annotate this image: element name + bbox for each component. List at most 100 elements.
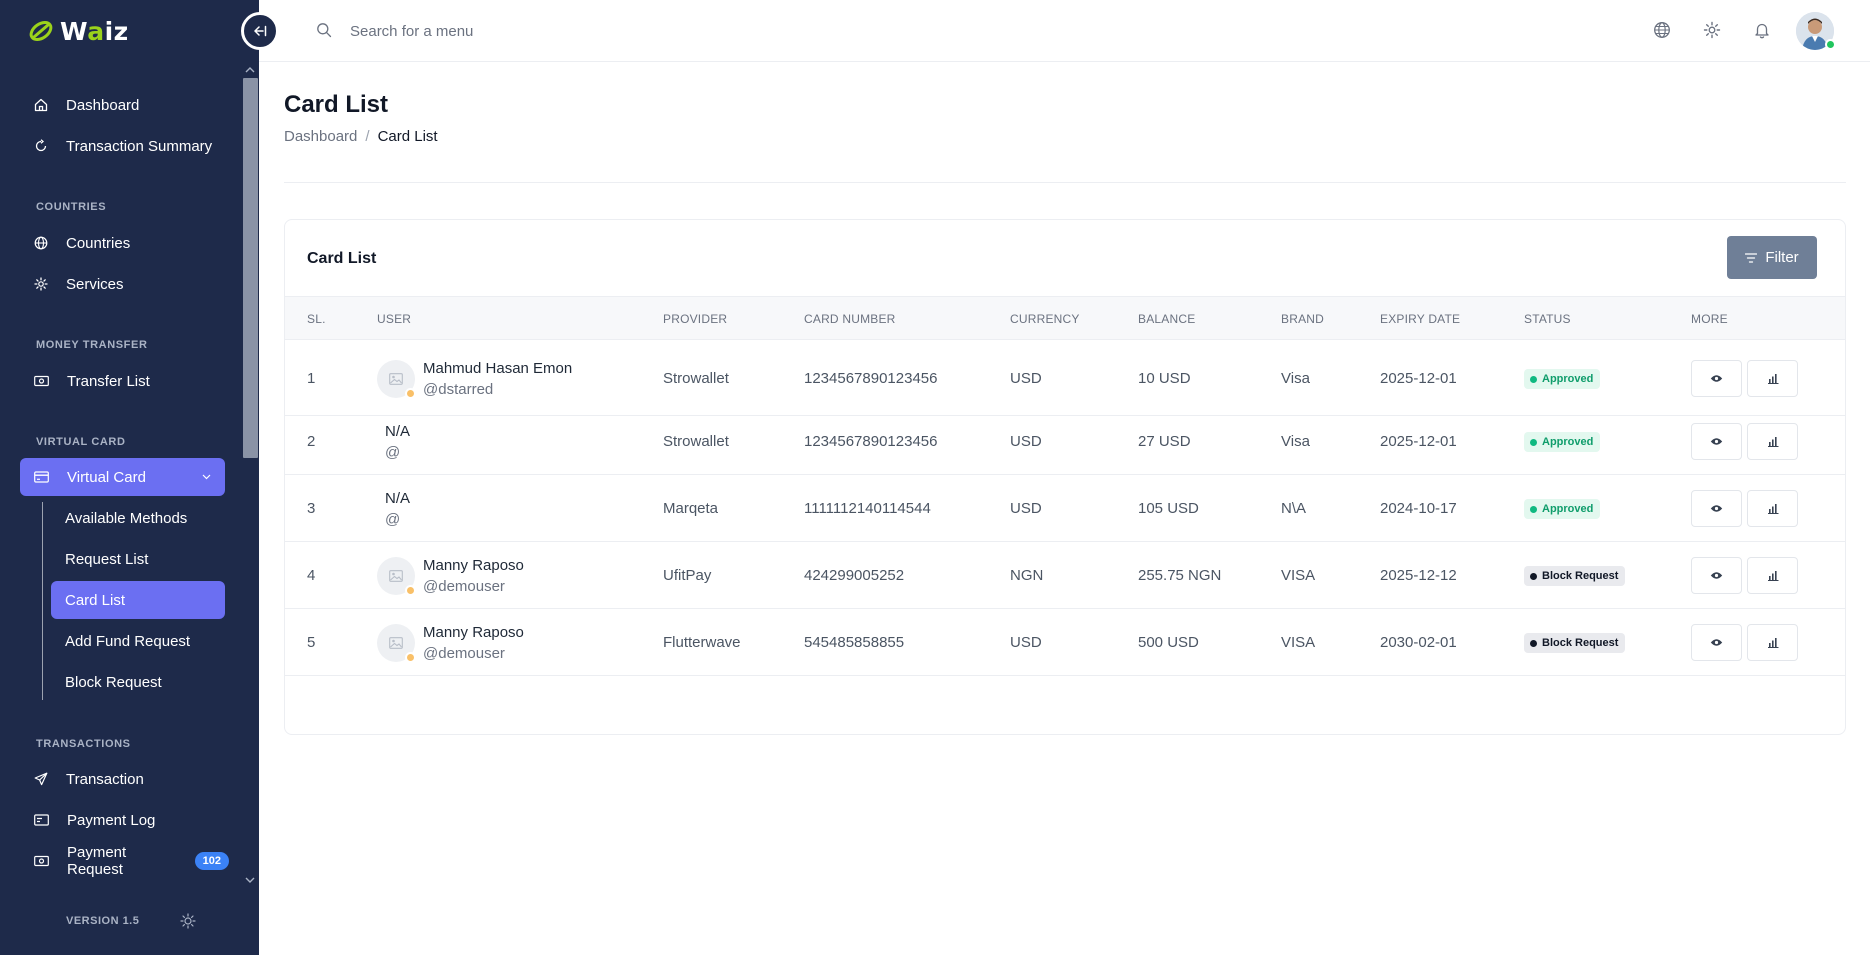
filter-button[interactable]: Filter bbox=[1727, 236, 1817, 279]
section-virtual-card: VIRTUAL CARD bbox=[36, 436, 126, 448]
sidebar-collapse-button[interactable] bbox=[241, 12, 279, 50]
status-badge: Block Request bbox=[1524, 566, 1626, 586]
sidebar-item-label: Services bbox=[66, 275, 124, 293]
online-status-indicator bbox=[1825, 39, 1836, 50]
collapse-arrow-icon bbox=[254, 25, 267, 37]
cell-balance: 10 USD bbox=[1138, 370, 1191, 387]
eye-icon bbox=[1710, 639, 1723, 646]
submenu-available-methods[interactable]: Available Methods bbox=[51, 499, 225, 537]
search-input[interactable] bbox=[350, 18, 750, 44]
section-money-transfer: MONEY TRANSFER bbox=[36, 339, 148, 351]
sidebar-scrollbar-thumb[interactable] bbox=[243, 78, 258, 458]
stats-button[interactable] bbox=[1747, 360, 1798, 397]
view-button[interactable] bbox=[1691, 423, 1742, 460]
status-dot bbox=[1530, 639, 1537, 647]
card-title: Card List bbox=[307, 250, 377, 267]
notification-bell-icon[interactable] bbox=[1753, 21, 1771, 44]
cell-provider: Strowallet bbox=[663, 433, 729, 450]
sidebar-item-label: Dashboard bbox=[66, 96, 140, 114]
theme-toggle-sun-icon[interactable] bbox=[180, 913, 196, 934]
stats-button[interactable] bbox=[1747, 624, 1798, 661]
stats-button[interactable] bbox=[1747, 557, 1798, 594]
status-label: Approved bbox=[1542, 373, 1594, 385]
status-badge: Approved bbox=[1524, 499, 1601, 519]
status-badge: Approved bbox=[1524, 432, 1601, 452]
sidebar-item-transfer-list[interactable]: Transfer List bbox=[20, 362, 225, 400]
sidebar-item-services[interactable]: Services bbox=[20, 265, 225, 303]
language-globe-icon[interactable] bbox=[1653, 21, 1671, 44]
table-row: 4 Manny Raposo @demouser UfitPay 42429900525… bbox=[285, 542, 1845, 609]
scroll-down-icon[interactable] bbox=[244, 874, 256, 886]
view-button[interactable] bbox=[1691, 490, 1742, 527]
section-transactions: TRANSACTIONS bbox=[36, 738, 131, 750]
cell-brand: Visa bbox=[1281, 433, 1310, 450]
sidebar-item-label: Virtual Card bbox=[67, 468, 146, 486]
eye-icon bbox=[1710, 572, 1723, 579]
sidebar-item-label: Countries bbox=[66, 234, 131, 252]
sidebar-item-dashboard[interactable]: Dashboard bbox=[20, 86, 225, 124]
logo-icon bbox=[28, 18, 54, 44]
cell-expiry-date: 2025-12-01 bbox=[1380, 370, 1457, 387]
filter-icon bbox=[1745, 252, 1758, 263]
submenu-add-fund-request[interactable]: Add Fund Request bbox=[51, 622, 225, 660]
column-header-brand: BRAND bbox=[1281, 312, 1325, 326]
submenu-block-request[interactable]: Block Request bbox=[51, 663, 225, 701]
status-dot bbox=[1530, 438, 1537, 446]
search-icon[interactable] bbox=[316, 22, 332, 43]
settings-gear-icon[interactable] bbox=[1703, 21, 1721, 44]
app-logo[interactable]: Waiz bbox=[28, 16, 129, 46]
status-label: Block Request bbox=[1542, 637, 1619, 649]
sidebar-item-payment-log[interactable]: Payment Log bbox=[20, 801, 225, 839]
cell-user-handle: @dstarred bbox=[423, 381, 494, 398]
money-icon bbox=[34, 855, 49, 867]
filter-button-label: Filter bbox=[1765, 249, 1799, 266]
view-button[interactable] bbox=[1691, 360, 1742, 397]
view-button[interactable] bbox=[1691, 624, 1742, 661]
cell-user-handle: @ bbox=[385, 511, 401, 528]
cell-user-handle: @demouser bbox=[423, 578, 505, 595]
user-status-dot bbox=[405, 652, 416, 663]
breadcrumb-dashboard-link[interactable]: Dashboard bbox=[284, 128, 357, 145]
sidebar-item-transaction-summary[interactable]: Transaction Summary bbox=[20, 127, 225, 165]
column-header-currency: CURRENCY bbox=[1010, 312, 1080, 326]
column-header-user: USER bbox=[377, 312, 412, 326]
status-label: Block Request bbox=[1542, 570, 1619, 582]
credit-card-icon bbox=[34, 471, 49, 483]
user-status-dot bbox=[405, 585, 416, 596]
bar-chart-icon bbox=[1767, 571, 1778, 581]
status-badge: Approved bbox=[1524, 369, 1601, 389]
cell-currency: USD bbox=[1010, 634, 1042, 651]
cell-sl: 3 bbox=[307, 500, 316, 517]
eye-icon bbox=[1710, 438, 1723, 445]
home-icon bbox=[34, 98, 48, 112]
scroll-up-icon[interactable] bbox=[244, 64, 256, 76]
bar-chart-icon bbox=[1767, 374, 1778, 384]
view-button[interactable] bbox=[1691, 557, 1742, 594]
status-label: Approved bbox=[1542, 503, 1594, 515]
stats-button[interactable] bbox=[1747, 490, 1798, 527]
sidebar-item-countries[interactable]: Countries bbox=[20, 224, 225, 262]
cell-expiry-date: 2025-12-01 bbox=[1380, 433, 1457, 450]
header-divider bbox=[284, 182, 1846, 183]
submenu-card-list[interactable]: Card List bbox=[51, 581, 225, 619]
table-row: 5 Manny Raposo @demouser Flutterwave 5454858… bbox=[285, 609, 1845, 676]
cell-provider: Strowallet bbox=[663, 370, 729, 387]
stats-button[interactable] bbox=[1747, 423, 1798, 460]
cell-balance: 27 USD bbox=[1138, 433, 1191, 450]
cell-currency: NGN bbox=[1010, 567, 1044, 584]
sidebar-item-transaction[interactable]: Transaction bbox=[20, 760, 225, 798]
cell-card-number: 1234567890123456 bbox=[804, 433, 938, 450]
cell-balance: 500 USD bbox=[1138, 634, 1199, 651]
chevron-down-icon bbox=[202, 474, 211, 480]
breadcrumb: Dashboard / Card List bbox=[284, 128, 438, 145]
cell-user-name: Manny Raposo bbox=[423, 624, 524, 641]
globe-icon bbox=[34, 236, 48, 250]
sidebar-item-payment-request[interactable]: Payment Request 102 bbox=[20, 842, 229, 880]
sidebar-item-virtual-card[interactable]: Virtual Card bbox=[20, 458, 225, 496]
cell-brand: N\A bbox=[1281, 500, 1307, 517]
card-list-panel: Card List Filter SL. USER PROVIDER CARD … bbox=[284, 219, 1846, 735]
cell-expiry-date: 2024-10-17 bbox=[1380, 500, 1457, 517]
eye-icon bbox=[1710, 375, 1723, 382]
submenu-request-list[interactable]: Request List bbox=[51, 540, 225, 578]
cell-card-number: 1234567890123456 bbox=[804, 370, 938, 387]
